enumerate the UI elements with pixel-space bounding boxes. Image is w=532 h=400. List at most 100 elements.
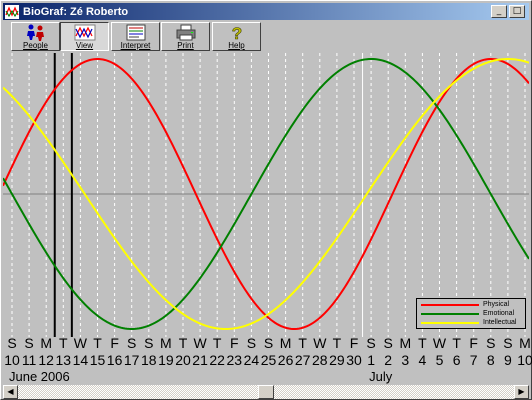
maximize-button[interactable]: □ <box>509 5 525 18</box>
day-letter: S <box>263 335 274 351</box>
day-letter: T <box>93 335 102 351</box>
interpret-button[interactable]: Interpret <box>111 22 160 51</box>
people-label: People <box>23 41 48 50</box>
biograf-window: BioGraf: Zé Roberto _ □ People View Inte… <box>0 0 532 400</box>
day-number[interactable]: 28 <box>311 352 328 369</box>
day-letter: M <box>160 335 172 351</box>
legend-item-physical: Physical <box>421 300 509 309</box>
day-number[interactable]: 21 <box>192 352 209 369</box>
document-icon <box>126 24 145 41</box>
biorhythm-chart[interactable] <box>3 53 529 337</box>
day-number[interactable]: 14 <box>72 352 89 369</box>
svg-text:?: ? <box>231 24 241 41</box>
month-label: July <box>369 369 393 384</box>
day-number[interactable]: 12 <box>38 352 55 369</box>
day-number[interactable]: 5 <box>431 352 448 369</box>
scrollbar-track[interactable] <box>18 385 514 399</box>
day-letter: S <box>383 335 393 351</box>
day-number[interactable]: 4 <box>414 352 431 369</box>
day-letter: T <box>418 335 427 351</box>
legend-swatch-intellectual <box>421 321 479 324</box>
day-number[interactable]: 3 <box>397 352 414 369</box>
legend-item-emotional: Emotional <box>421 309 514 318</box>
legend-swatch-emotional <box>421 312 479 315</box>
day-number[interactable]: 18 <box>140 352 157 369</box>
day-number[interactable]: 9 <box>499 352 516 369</box>
day-letter: M <box>279 335 292 351</box>
day-letter: S <box>366 335 376 351</box>
day-number[interactable]: 24 <box>243 352 260 369</box>
day-letter: F <box>349 335 359 351</box>
day-letter: S <box>24 335 34 351</box>
day-letter: S <box>503 335 513 351</box>
printer-icon <box>176 24 195 41</box>
day-number[interactable]: 22 <box>209 352 226 369</box>
day-number[interactable]: 10 <box>4 352 21 369</box>
minimize-button[interactable]: _ <box>491 5 507 18</box>
day-letter: S <box>144 335 154 351</box>
day-number[interactable]: 17 <box>123 352 140 369</box>
legend-label-physical: Physical <box>483 301 510 308</box>
app-icon <box>5 4 19 19</box>
day-number[interactable]: 29 <box>328 352 345 369</box>
day-letter: T <box>332 335 342 351</box>
day-letter: T <box>298 335 307 351</box>
day-axis: S 10 S 11 M 12 T 13 W 14 T 15 F 16 S 17 S 18 M 19 T 20 W 21 T 22 F… <box>3 335 532 369</box>
day-letter: T <box>59 335 68 351</box>
day-letter: W <box>313 335 327 351</box>
print-button[interactable]: Print <box>161 22 210 51</box>
window-title: BioGraf: Zé Roberto <box>23 5 129 18</box>
day-letter: S <box>486 335 496 351</box>
day-number[interactable]: 10 <box>517 352 532 369</box>
question-icon: ? <box>231 24 242 41</box>
day-number[interactable]: 8 <box>482 352 499 369</box>
day-letter: S <box>7 335 17 351</box>
help-button[interactable]: ? Help <box>212 22 261 51</box>
day-letter: S <box>246 335 257 351</box>
scroll-left-button[interactable]: ◀ <box>3 385 18 399</box>
day-letter: W <box>432 335 447 351</box>
title-bar[interactable]: BioGraf: Zé Roberto _ □ <box>3 3 529 20</box>
day-letter: T <box>178 335 188 351</box>
help-label: Help <box>228 41 245 50</box>
day-number[interactable]: 30 <box>346 352 363 369</box>
day-letter: F <box>230 335 239 351</box>
scrollbar-thumb[interactable] <box>258 385 274 399</box>
day-number[interactable]: 23 <box>226 352 243 369</box>
day-number[interactable]: 15 <box>89 352 106 369</box>
month-label: June 2006 <box>9 369 70 384</box>
horizontal-scrollbar[interactable]: ◀ ▶ <box>3 385 529 399</box>
chart-icon <box>74 24 95 41</box>
day-number[interactable]: 1 <box>363 352 380 369</box>
day-letter: S <box>127 335 137 351</box>
day-letter: F <box>110 335 119 351</box>
day-number[interactable]: 26 <box>277 352 294 369</box>
day-letter: F <box>469 335 478 351</box>
legend-label-intellectual: Intellectual <box>483 319 517 326</box>
day-number[interactable]: 13 <box>55 352 72 369</box>
day-number[interactable]: 7 <box>465 352 482 369</box>
view-label: View <box>75 41 94 50</box>
chart-background <box>3 53 529 337</box>
legend-label-emotional: Emotional <box>483 310 515 317</box>
legend-swatch-physical <box>421 303 479 306</box>
day-number[interactable]: 11 <box>21 352 38 369</box>
chart-legend: Physical Emotional Intellectual <box>416 298 526 329</box>
view-button[interactable]: View <box>60 22 109 51</box>
day-number[interactable]: 20 <box>175 352 192 369</box>
day-number[interactable]: 2 <box>380 352 397 369</box>
people-button[interactable]: People <box>11 22 60 51</box>
day-letter: T <box>212 335 222 351</box>
day-letter: W <box>73 335 87 351</box>
day-letter: W <box>193 335 207 351</box>
day-number[interactable]: 16 <box>106 352 123 369</box>
day-number[interactable]: 27 <box>294 352 311 369</box>
day-number[interactable]: 6 <box>448 352 465 369</box>
day-letter: M <box>40 335 53 351</box>
toolbar: People View Interpret Print ? Help <box>3 21 529 53</box>
day-letter: M <box>519 335 531 351</box>
day-number[interactable]: 19 <box>157 352 174 369</box>
scroll-right-button[interactable]: ▶ <box>514 385 529 399</box>
day-letter: T <box>452 335 461 351</box>
day-number[interactable]: 25 <box>260 352 277 369</box>
